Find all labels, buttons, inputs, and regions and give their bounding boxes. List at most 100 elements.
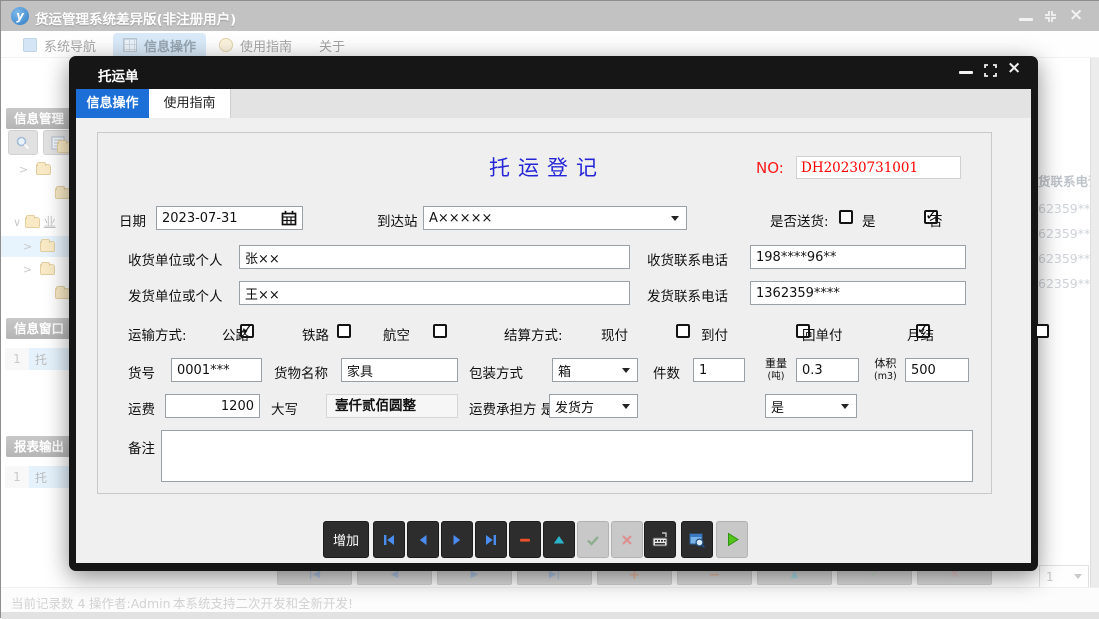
- transport-air-label: 航空: [383, 324, 410, 344]
- receiver-input[interactable]: [239, 245, 630, 269]
- delivery-yes-checkbox[interactable]: [839, 210, 853, 224]
- maximize-icon: [983, 63, 998, 78]
- qty-label: 件数: [653, 362, 680, 382]
- dialog-tabstrip: 信息操作 使用指南: [76, 89, 1031, 118]
- next-record-button[interactable]: [441, 521, 473, 558]
- remark-label: 备注: [128, 437, 155, 457]
- packing-combobox[interactable]: 箱: [552, 358, 638, 382]
- date-value: 2023-07-31: [162, 211, 238, 226]
- no-label: NO:: [756, 159, 784, 177]
- settle-cash-label: 现付: [601, 324, 628, 344]
- prev-record-icon: [415, 532, 431, 548]
- transport-rail-label: 铁路: [302, 324, 329, 344]
- close-button[interactable]: ×: [1069, 5, 1083, 19]
- weight-label-text: 重量: [765, 357, 787, 370]
- settlement-label: 结算方式:: [504, 324, 563, 344]
- chevron-down-icon: [622, 368, 630, 373]
- x-icon: [619, 532, 635, 548]
- next-record-icon: [449, 532, 465, 548]
- no-input[interactable]: [796, 156, 961, 179]
- caps-value-box: 壹仟贰佰圆整: [326, 394, 458, 418]
- volume-unit: (m3): [874, 371, 897, 382]
- chevron-down-icon: [841, 404, 849, 409]
- freight-bearer-combobox[interactable]: 发货方: [549, 394, 638, 418]
- date-label: 日期: [119, 210, 146, 230]
- prev-record-button[interactable]: [407, 521, 439, 558]
- settle-cash-checkbox[interactable]: [676, 324, 690, 338]
- packing-value: 箱: [558, 361, 571, 380]
- chevron-down-icon: [622, 404, 630, 409]
- dialog-maximize-button[interactable]: [983, 63, 998, 78]
- app-title: 货运管理系统差异版(非注册用户): [35, 8, 236, 28]
- add-button[interactable]: 增加: [323, 521, 369, 558]
- volume-input[interactable]: [905, 358, 969, 382]
- remark-textarea[interactable]: [161, 430, 973, 482]
- extra-value: 是: [771, 397, 784, 416]
- sender-input[interactable]: [239, 281, 630, 305]
- freight-label: 运费: [128, 398, 155, 418]
- settle-receipt-label: 回单付: [802, 324, 843, 344]
- dialog-tab-guide[interactable]: 使用指南: [149, 89, 231, 118]
- transport-label: 运输方式:: [128, 324, 187, 344]
- date-input[interactable]: 2023-07-31: [156, 206, 303, 230]
- edit-record-button[interactable]: [543, 521, 575, 558]
- weight-unit: (吨): [768, 371, 785, 382]
- dialog-minimize-button[interactable]: [959, 71, 973, 74]
- cancel-button[interactable]: [611, 521, 643, 558]
- consignment-dialog: 托运单 × 信息操作 使用指南 托运登记 NO: 日期 2023-07-31: [69, 56, 1038, 571]
- run-button[interactable]: [716, 521, 748, 558]
- minimize-button[interactable]: [1019, 18, 1033, 32]
- volume-label-text: 体积: [874, 357, 896, 370]
- settle-cod-label: 到付: [701, 324, 728, 344]
- form-title: 托运登记: [489, 152, 605, 182]
- transport-rail-checkbox[interactable]: [337, 324, 351, 338]
- preview-button[interactable]: [681, 521, 713, 558]
- chevron-down-icon: [671, 216, 679, 221]
- receiver-phone-label: 收货联系电话: [647, 249, 728, 269]
- up-triangle-icon: [551, 532, 567, 548]
- sender-phone-label: 发货联系电话: [647, 285, 728, 305]
- sender-label: 发货单位或个人: [128, 285, 223, 305]
- transport-air-checkbox[interactable]: [433, 324, 447, 338]
- sender-phone-input[interactable]: [750, 281, 966, 305]
- restore-button[interactable]: [1043, 9, 1058, 23]
- caps-label: 大写: [271, 398, 298, 418]
- cargo-name-input[interactable]: [341, 358, 458, 382]
- extra-combobox[interactable]: 是: [765, 394, 857, 418]
- dialog-title: 托运单: [98, 65, 139, 85]
- qty-input[interactable]: [693, 358, 745, 382]
- delivery-label: 是否送货:: [770, 210, 829, 230]
- freight-bearer-label: 运费承担方 是: [469, 398, 554, 418]
- weight-input[interactable]: [796, 358, 859, 382]
- main-titlebar: y 货运管理系统差异版(非注册用户) ×: [1, 1, 1099, 31]
- check-icon: [585, 532, 601, 548]
- freight-bearer-value: 发货方: [555, 397, 594, 416]
- dialog-tab-info[interactable]: 信息操作: [76, 89, 149, 118]
- keyboard-entry-button[interactable]: [644, 521, 676, 558]
- transport-road-label: 公路: [222, 324, 249, 344]
- app-logo-icon: y: [11, 7, 29, 25]
- destination-combobox[interactable]: A×××××: [423, 206, 687, 230]
- settle-monthly-checkbox[interactable]: [1035, 324, 1049, 338]
- calendar-icon: [281, 210, 297, 226]
- delivery-yes-label: 是: [862, 210, 876, 230]
- delivery-no-label: 否: [929, 210, 943, 230]
- delete-record-button[interactable]: [509, 521, 541, 558]
- first-record-icon: [381, 532, 397, 548]
- destination-label: 到达站: [377, 210, 418, 230]
- receiver-phone-input[interactable]: [750, 245, 966, 269]
- last-record-button[interactable]: [475, 521, 507, 558]
- first-record-button[interactable]: [373, 521, 405, 558]
- cargo-no-input[interactable]: [171, 358, 262, 382]
- destination-value: A×××××: [429, 211, 492, 226]
- cargo-name-label: 货物名称: [274, 362, 328, 382]
- receiver-label: 收货单位或个人: [128, 249, 223, 269]
- last-record-icon: [483, 532, 499, 548]
- cargo-no-label: 货号: [128, 362, 155, 382]
- dialog-close-button[interactable]: ×: [1007, 58, 1021, 78]
- minimize-icon: [959, 71, 973, 74]
- confirm-button[interactable]: [577, 521, 609, 558]
- minus-icon: [517, 532, 533, 548]
- settle-monthly-label: 月结: [907, 324, 934, 344]
- freight-input[interactable]: [165, 394, 260, 418]
